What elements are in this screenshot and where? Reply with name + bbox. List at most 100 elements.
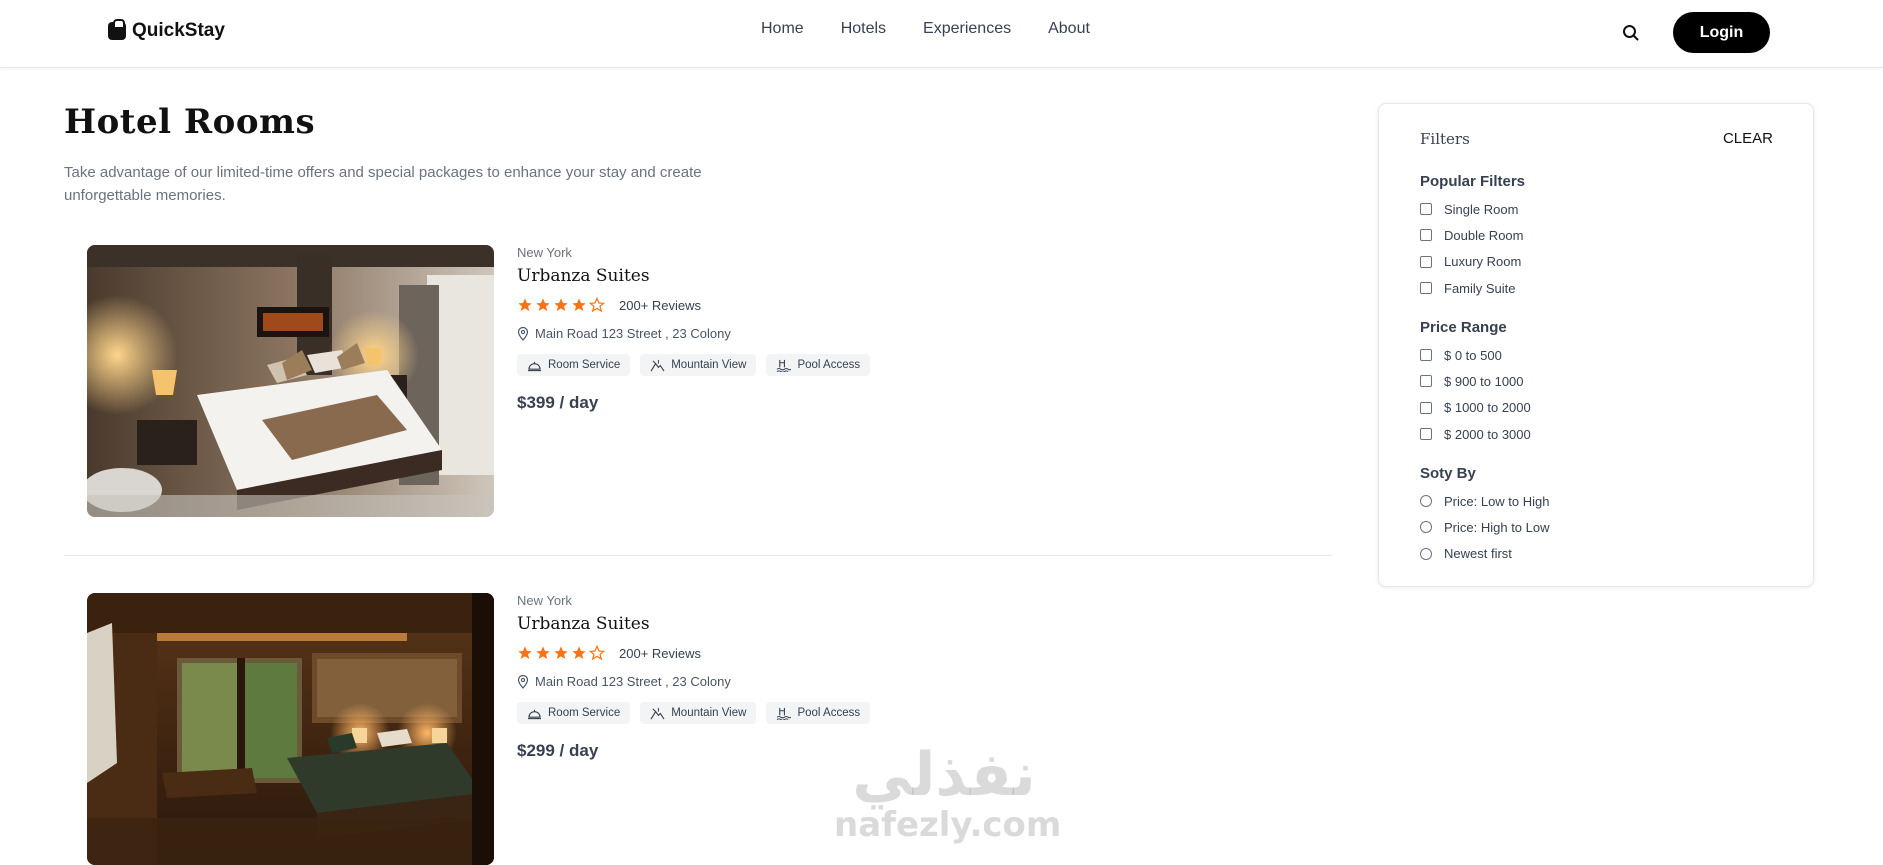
amenity-mountain-view: Mountain View — [640, 354, 757, 376]
filter-family-suite[interactable]: Family Suite — [1420, 275, 1525, 301]
room-service-icon — [528, 709, 541, 719]
filter-label: Luxury Room — [1444, 254, 1522, 270]
star-outline-icon — [589, 297, 605, 313]
filter-price-2000-3000[interactable]: $ 2000 to 3000 — [1420, 421, 1531, 447]
checkbox[interactable] — [1420, 375, 1432, 388]
sort-label: Newest first — [1444, 546, 1512, 562]
radio-button[interactable] — [1420, 521, 1432, 534]
nav-about[interactable]: About — [1048, 20, 1090, 38]
top-navbar: QuickStay Home Hotels Experiences About … — [0, 0, 1883, 68]
room-name[interactable]: Urbanza Suites — [517, 614, 870, 634]
page-title: Hotel Rooms — [64, 102, 316, 142]
room-image[interactable] — [87, 593, 494, 865]
filter-single-room[interactable]: Single Room — [1420, 196, 1525, 222]
location-pin-icon — [517, 326, 529, 341]
filter-luxury-room[interactable]: Luxury Room — [1420, 249, 1525, 275]
star-filled-icon — [518, 646, 532, 659]
radio-button[interactable] — [1420, 495, 1432, 508]
amenity-room-service: Room Service — [517, 702, 631, 724]
popular-filters-title: Popular Filters — [1420, 173, 1526, 190]
room-image[interactable] — [87, 245, 494, 517]
room-info: New York Urbanza Suites 200+ Reviews Mai… — [517, 245, 871, 413]
room-name[interactable]: Urbanza Suites — [517, 266, 870, 286]
checkbox[interactable] — [1420, 282, 1432, 295]
checkbox[interactable] — [1420, 349, 1432, 362]
room-service-icon — [528, 361, 541, 371]
pool-icon — [777, 359, 792, 372]
watermark-latin: nafezly.com — [834, 805, 1062, 845]
amenity-room-service: Room Service — [517, 354, 631, 376]
star-filled-icon — [536, 298, 550, 311]
checkbox[interactable] — [1420, 401, 1432, 414]
sort-label: Price: High to Low — [1444, 519, 1550, 535]
filter-label: $ 2000 to 3000 — [1444, 426, 1531, 442]
search-icon[interactable] — [1620, 22, 1642, 44]
amenity-label: Mountain View — [671, 707, 747, 719]
checkbox[interactable] — [1420, 229, 1432, 242]
filter-double-room[interactable]: Double Room — [1420, 222, 1525, 248]
address-text: Main Road 123 Street , 23 Colony — [535, 674, 731, 689]
nav-experiences[interactable]: Experiences — [923, 20, 1011, 38]
sort-label: Price: Low to High — [1444, 493, 1550, 509]
room-divider — [64, 555, 1332, 556]
star-outline-icon — [589, 645, 605, 661]
star-filled-icon — [572, 298, 586, 311]
amenity-label: Room Service — [548, 359, 621, 371]
login-button[interactable]: Login — [1673, 12, 1770, 53]
mountain-view-icon — [650, 707, 665, 719]
logo-bag-icon — [108, 19, 126, 40]
room-price: $299 / day — [517, 741, 599, 760]
filter-label: Double Room — [1444, 227, 1524, 243]
popular-filters-group: Popular Filters Single Room Double Room … — [1420, 173, 1525, 301]
checkbox[interactable] — [1420, 203, 1432, 216]
filter-price-900-1000[interactable]: $ 900 to 1000 — [1420, 368, 1531, 394]
reviews-count: 200+ Reviews — [619, 297, 702, 313]
nav-links: Home Hotels Experiences About — [761, 20, 1090, 38]
filters-title: Filters — [1420, 130, 1470, 148]
sort-newest-first[interactable]: Newest first — [1420, 541, 1550, 567]
star-rating: 200+ Reviews — [517, 296, 870, 314]
star-filled-icon — [536, 646, 550, 659]
location-pin-icon — [517, 674, 529, 689]
filter-label: $ 0 to 500 — [1444, 347, 1502, 363]
amenity-label: Pool Access — [797, 359, 861, 371]
amenity-label: Room Service — [548, 707, 621, 719]
pool-icon — [777, 707, 792, 720]
amenity-label: Mountain View — [671, 359, 747, 371]
room-info: New York Urbanza Suites 200+ Reviews Mai… — [517, 593, 871, 761]
room-city: New York — [517, 245, 572, 260]
sort-price-high-low[interactable]: Price: High to Low — [1420, 514, 1550, 540]
amenity-label: Pool Access — [797, 707, 861, 719]
amenities-list: Room Service Mountain View Pool Access — [517, 354, 871, 376]
filters-panel: Filters CLEAR Popular Filters Single Roo… — [1378, 103, 1814, 587]
filter-label: Family Suite — [1444, 280, 1516, 296]
reviews-count: 200+ Reviews — [619, 645, 702, 661]
filter-price-1000-2000[interactable]: $ 1000 to 2000 — [1420, 395, 1531, 421]
nav-hotels[interactable]: Hotels — [841, 20, 886, 38]
radio-button[interactable] — [1420, 547, 1432, 560]
filter-price-0-500[interactable]: $ 0 to 500 — [1420, 342, 1531, 368]
price-range-group: Price Range $ 0 to 500 $ 900 to 1000 $ 1… — [1420, 319, 1531, 447]
star-filled-icon — [554, 298, 568, 311]
logo[interactable]: QuickStay — [108, 19, 225, 42]
star-filled-icon — [572, 646, 586, 659]
filter-label: $ 1000 to 2000 — [1444, 400, 1531, 416]
star-filled-icon — [518, 298, 532, 311]
sort-price-low-high[interactable]: Price: Low to High — [1420, 488, 1550, 514]
filter-label: $ 900 to 1000 — [1444, 373, 1524, 389]
page-subtitle: Take advantage of our limited-time offer… — [64, 164, 702, 204]
price-range-title: Price Range — [1420, 319, 1507, 336]
room-price: $399 / day — [517, 393, 599, 412]
room-city: New York — [517, 593, 572, 608]
checkbox[interactable] — [1420, 255, 1432, 268]
room-address: Main Road 123 Street , 23 Colony — [517, 326, 870, 341]
checkbox[interactable] — [1420, 428, 1432, 441]
logo-text: QuickStay — [132, 20, 225, 41]
nav-home[interactable]: Home — [761, 20, 804, 38]
filter-label: Single Room — [1444, 201, 1519, 217]
sort-by-title: Soty By — [1420, 465, 1476, 482]
amenity-pool-access: Pool Access — [766, 354, 871, 376]
amenity-mountain-view: Mountain View — [640, 702, 757, 724]
clear-filters-button[interactable]: CLEAR — [1723, 130, 1773, 147]
star-rating: 200+ Reviews — [517, 644, 870, 662]
